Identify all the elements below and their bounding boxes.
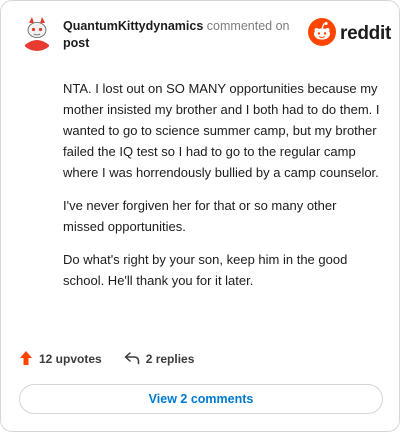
author-name[interactable]: QuantumKittydynamics [63, 19, 203, 33]
reddit-wordmark: reddit [340, 23, 391, 44]
post-link[interactable]: post [63, 35, 89, 52]
action-text: commented on [206, 19, 290, 33]
comment-header: QuantumKittydynamics commented on post r… [19, 15, 391, 55]
comment-card: QuantumKittydynamics commented on post r… [0, 0, 400, 432]
reply-arrow-icon [124, 351, 146, 368]
comment-body: NTA. I lost out on SO MANY opportunities… [63, 78, 381, 303]
upvote-arrow-icon [19, 350, 39, 369]
comment-paragraph: Do what's right by your son, keep him in… [63, 252, 348, 288]
reddit-logo-icon [308, 17, 337, 51]
comment-paragraph: I've never forgiven her for that or so m… [63, 198, 337, 234]
comment-actions: 12 upvotes 2 replies [19, 349, 216, 369]
view-comments-button[interactable]: View 2 comments [19, 384, 383, 414]
replies-button[interactable]: 2 replies [124, 351, 195, 368]
replies-count: 2 replies [145, 352, 195, 366]
upvote-count: 12 upvotes [39, 352, 102, 366]
author-line: QuantumKittydynamics commented on post [63, 18, 303, 52]
reddit-brand[interactable]: reddit [308, 17, 391, 51]
upvote-button[interactable]: 12 upvotes [19, 350, 102, 369]
snoo-avatar-icon[interactable] [19, 15, 55, 51]
comment-paragraph: NTA. I lost out on SO MANY opportunities… [63, 81, 380, 180]
